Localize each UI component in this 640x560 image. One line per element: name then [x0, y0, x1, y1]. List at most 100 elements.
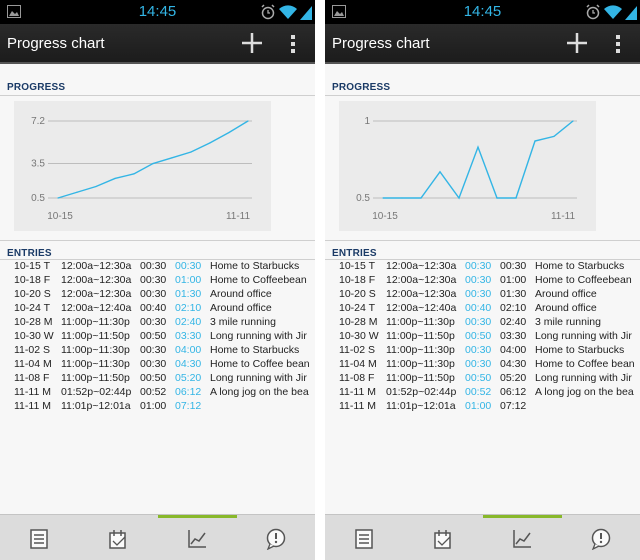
entry-date: 11-04 M [14, 358, 52, 370]
data-point [534, 140, 536, 142]
bottom-tab-bar [0, 514, 315, 560]
overflow-menu-icon[interactable] [286, 32, 300, 56]
entries-list: 10-15 T 12:00a~12:30a 00:30 00:30 Home to St… [325, 260, 640, 414]
entry-duration: 00:50 [140, 330, 167, 342]
tab-feedback[interactable] [562, 515, 640, 560]
overflow-menu-icon[interactable] [611, 32, 625, 56]
list-item[interactable]: 11-11 M 11:01p~12:01a 01:00 07:12 [325, 400, 640, 414]
tab-progress-chart[interactable] [158, 515, 237, 560]
alarm-icon [261, 4, 275, 20]
y-tick-label: 3.5 [31, 159, 45, 170]
list-item[interactable]: 10-15 T 12:00a~12:30a 00:30 00:30 Home to St… [0, 260, 315, 274]
entry-duration: 00:30 [465, 316, 492, 328]
entry-date: 11-11 M [339, 386, 376, 398]
entry-time-range: 12:00a~12:30a [61, 274, 132, 286]
entry-date: 10-30 W [339, 330, 379, 342]
entry-cumulative: 04:00 [175, 344, 202, 356]
list-item[interactable]: 11-08 F 11:00p~11:50p 00:50 05:20 Long runni… [0, 372, 315, 386]
entry-date: 10-15 T [14, 260, 50, 272]
list-item[interactable]: 10-30 W 11:00p~11:50p 00:50 03:30 Long runni… [325, 330, 640, 344]
entry-time-range: 01:52p~02:44p [61, 386, 132, 398]
entry-duration: 00:40 [465, 302, 492, 314]
add-icon[interactable] [564, 30, 590, 56]
calendar-icon [434, 530, 451, 549]
entry-date: 10-28 M [14, 316, 53, 328]
signal-icon [625, 6, 637, 20]
progress-section-header: PROGRESS [332, 82, 391, 93]
entry-cumulative: 07:12 [175, 400, 202, 412]
entry-cumulative: 00:30 [175, 260, 202, 272]
entry-date: 10-18 F [339, 274, 376, 286]
list-item[interactable]: 11-11 M 11:01p~12:01a 01:00 07:12 [0, 400, 315, 414]
action-bar: Progress chart [0, 24, 315, 64]
entry-name: Home to Coffeebean [210, 274, 307, 286]
progress-series-line [57, 120, 249, 199]
alarm-icon [586, 4, 600, 20]
tab-calendar[interactable] [79, 515, 158, 560]
entry-time-range: 12:00a~12:30a [386, 260, 457, 272]
entry-duration: 00:30 [465, 260, 492, 272]
entry-cumulative: 02:10 [175, 302, 202, 314]
x-tick-label: 11-11 [551, 211, 576, 222]
progress-chart: 1 0.5 10-15 11-11 [339, 101, 596, 231]
entry-date: 10-30 W [14, 330, 54, 342]
list-item[interactable]: 11-02 S 11:00p~11:30p 00:30 04:00 Home to St… [0, 344, 315, 358]
data-point [95, 185, 97, 188]
list-item[interactable]: 10-18 F 12:00a~12:30a 00:30 01:00 Home to Co… [325, 274, 640, 288]
data-point [553, 135, 555, 137]
entry-cumulative: 01:30 [500, 288, 527, 300]
entry-name: Long running with Jir [535, 372, 632, 384]
list-icon [30, 529, 48, 549]
list-item[interactable]: 10-15 T 12:00a~12:30a 00:30 00:30 Home to St… [325, 260, 640, 274]
data-point [133, 173, 135, 175]
list-item[interactable]: 11-11 M 01:52p~02:44p 00:52 06:12 A long jog… [325, 386, 640, 400]
list-item[interactable]: 11-08 F 11:00p~11:50p 00:50 05:20 Long runni… [325, 372, 640, 386]
entries-list: 10-15 T 12:00a~12:30a 00:30 00:30 Home to St… [0, 260, 315, 414]
entry-time-range: 11:00p~11:50p [61, 372, 130, 384]
entry-date: 10-28 M [339, 316, 378, 328]
data-point [209, 142, 211, 144]
entry-duration: 00:52 [140, 386, 167, 398]
list-item[interactable]: 10-30 W 11:00p~11:50p 00:50 03:30 Long runni… [0, 330, 315, 344]
list-item[interactable]: 10-24 T 12:00a~12:40a 00:40 02:10 Around off… [325, 302, 640, 316]
y-tick-label: 7.2 [31, 116, 45, 127]
feedback-icon [591, 528, 611, 550]
list-item[interactable]: 10-24 T 12:00a~12:40a 00:40 02:10 Around off… [0, 302, 315, 316]
entry-name: Around office [535, 288, 597, 300]
entry-cumulative: 05:20 [500, 372, 527, 384]
list-item[interactable]: 11-04 M 11:00p~11:30p 00:30 04:30 Home to Co… [0, 358, 315, 372]
entry-name: A long jog on the bea [535, 386, 634, 398]
entry-name: Home to Starbucks [210, 344, 300, 356]
divider [0, 95, 315, 96]
divider [325, 95, 640, 96]
divider [0, 240, 315, 241]
entry-cumulative: 01:00 [175, 274, 202, 286]
entry-date: 11-02 S [339, 344, 375, 356]
list-item[interactable]: 10-18 F 12:00a~12:30a 00:30 01:00 Home to Co… [0, 274, 315, 288]
entry-date: 10-20 S [14, 288, 51, 300]
tab-calendar[interactable] [404, 515, 483, 560]
entry-date: 11-08 F [339, 372, 375, 384]
entry-duration: 00:30 [140, 358, 167, 370]
add-icon[interactable] [239, 30, 265, 56]
entry-date: 11-04 M [339, 358, 377, 370]
entry-cumulative: 06:12 [175, 386, 202, 398]
tab-feedback[interactable] [237, 515, 315, 560]
chart-icon [513, 530, 531, 548]
list-item[interactable]: 10-20 S 12:00a~12:30a 00:30 01:30 Around off… [325, 288, 640, 302]
entry-date: 11-11 M [14, 386, 51, 398]
list-item[interactable]: 10-20 S 12:00a~12:30a 00:30 01:30 Around off… [0, 288, 315, 302]
list-item[interactable]: 11-11 M 01:52p~02:44p 00:52 06:12 A long jog… [0, 386, 315, 400]
data-point [458, 197, 460, 199]
list-item[interactable]: 10-28 M 11:00p~11:30p 00:30 02:40 3 mile run… [325, 316, 640, 330]
list-item[interactable]: 11-02 S 11:00p~11:30p 00:30 04:00 Home to St… [325, 344, 640, 358]
status-bar: 14:45 [325, 0, 640, 24]
tab-entries[interactable] [325, 515, 404, 560]
entry-name: Long running with Jir [210, 372, 307, 384]
list-item[interactable]: 11-04 M 11:00p~11:30p 00:30 04:30 Home to Co… [325, 358, 640, 372]
data-point [247, 120, 249, 122]
entry-time-range: 11:00p~11:50p [386, 372, 455, 384]
tab-progress-chart[interactable] [483, 515, 562, 560]
list-item[interactable]: 10-28 M 11:00p~11:30p 00:30 02:40 3 mile run… [0, 316, 315, 330]
tab-entries[interactable] [0, 515, 79, 560]
